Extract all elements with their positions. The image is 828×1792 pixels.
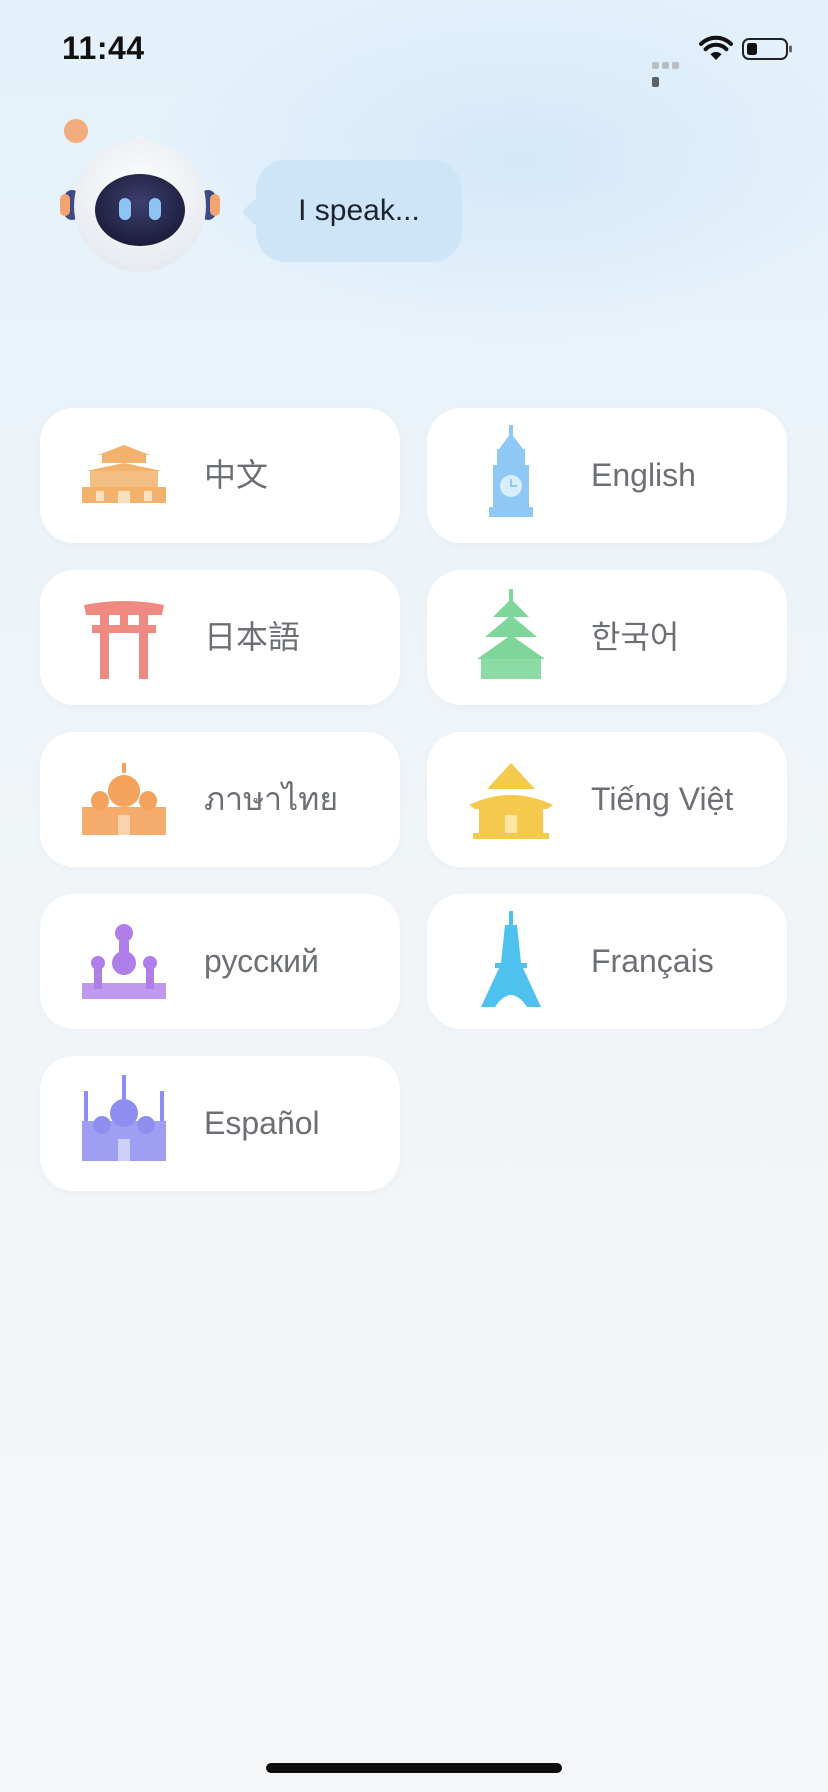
cathedral-icon — [82, 1075, 166, 1161]
language-grid: 中文 English 日本語 한국어 ภาษาไทย Tiếng Việt ру… — [40, 408, 788, 1191]
korean-pagoda-icon — [477, 589, 545, 679]
home-indicator[interactable] — [266, 1763, 562, 1773]
kremlin-icon — [82, 924, 166, 999]
forbidden-city-icon — [82, 445, 166, 503]
thai-temple-icon — [82, 763, 166, 835]
language-label: English — [591, 457, 696, 493]
language-label: Español — [204, 1105, 320, 1141]
language-option-vietnamese[interactable]: Tiếng Việt — [427, 732, 787, 867]
language-label: 中文 — [204, 457, 269, 493]
language-label: 日本語 — [204, 619, 301, 655]
vietnamese-pagoda-icon — [469, 763, 553, 839]
language-option-russian[interactable]: русский — [40, 894, 400, 1029]
language-option-japanese[interactable]: 日本語 — [40, 570, 400, 705]
speech-bubble: I speak... — [256, 160, 462, 262]
language-option-korean[interactable]: 한국어 — [427, 570, 787, 705]
language-option-spanish[interactable]: Español — [40, 1056, 400, 1191]
language-label: ภาษาไทย — [204, 781, 339, 817]
cellular-signal-icon — [652, 51, 690, 87]
eiffel-tower-icon — [481, 911, 541, 1007]
speech-bubble-text: I speak... — [298, 194, 420, 227]
wifi-icon — [699, 35, 733, 60]
language-label: Français — [591, 943, 714, 979]
language-label: 한국어 — [591, 619, 680, 655]
status-time: 11:44 — [62, 30, 145, 66]
battery-icon — [742, 38, 792, 60]
language-option-english[interactable]: English — [427, 408, 787, 543]
big-ben-icon — [489, 425, 533, 517]
language-option-chinese[interactable]: 中文 — [40, 408, 400, 543]
language-option-french[interactable]: Français — [427, 894, 787, 1029]
language-option-thai[interactable]: ภาษาไทย — [40, 732, 400, 867]
language-label: Tiếng Việt — [591, 781, 734, 817]
torii-gate-icon — [84, 601, 164, 679]
status-bar: 11:44 — [0, 0, 828, 100]
language-label: русский — [204, 943, 319, 979]
robot-mascot-icon — [60, 119, 220, 272]
